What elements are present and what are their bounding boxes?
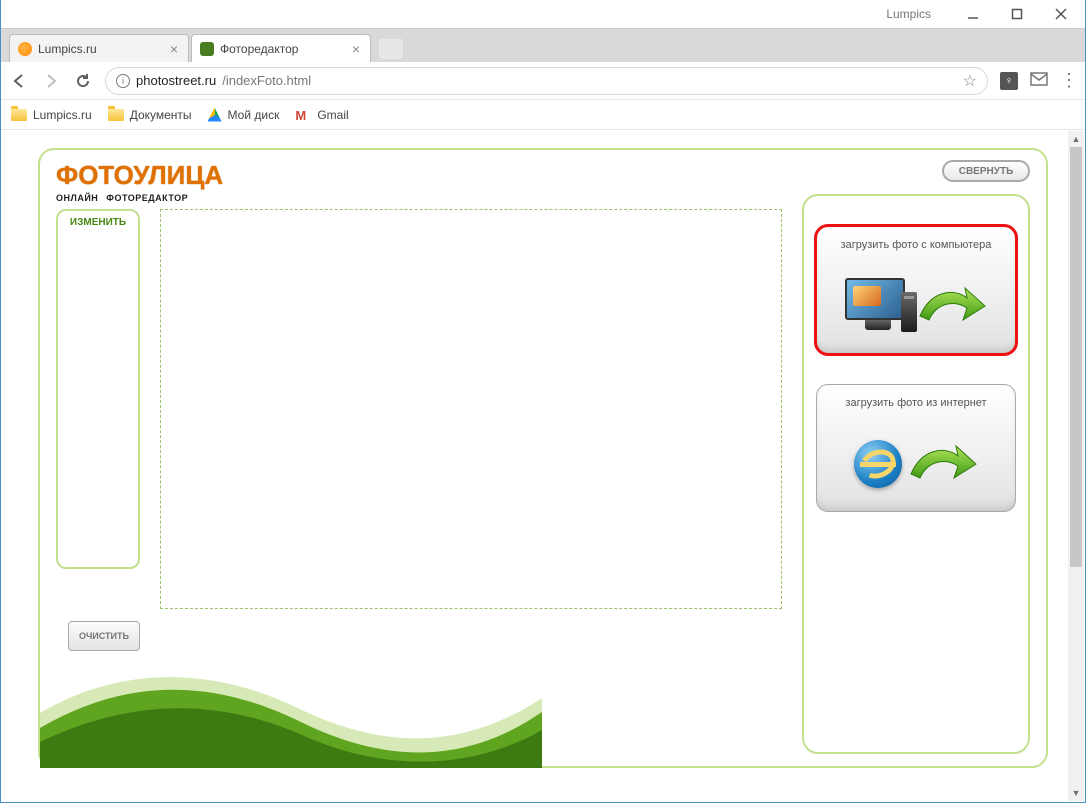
tab-close-button[interactable]: × <box>168 41 180 57</box>
arrow-left-icon <box>10 72 28 90</box>
clear-button[interactable]: ОЧИСТИТЬ <box>68 621 140 651</box>
tab-lumpics[interactable]: Lumpics.ru × <box>9 34 189 62</box>
scroll-thumb[interactable] <box>1070 147 1082 567</box>
reload-button[interactable] <box>73 71 93 91</box>
extension-button[interactable]: ♀ <box>1000 72 1018 90</box>
gmail-icon: M <box>295 108 311 122</box>
bookmark-drive[interactable]: Мой диск <box>208 108 280 122</box>
upload-card-title: загрузить фото с компьютера <box>825 239 1007 251</box>
window-maximize-button[interactable] <box>995 3 1039 25</box>
envelope-icon <box>1030 72 1048 86</box>
logo-sub-a: ОНЛАЙН <box>56 193 98 203</box>
favicon-icon <box>18 42 32 56</box>
bookmarks-bar: Lumpics.ru Документы Мой диск M Gmail <box>1 100 1085 130</box>
url-host: photostreet.ru <box>136 73 216 88</box>
app-frame: ФОТОУЛИЦА ОНЛАЙН ФОТОРЕДАКТОР ИЗМЕНИТЬ ОЧ… <box>38 148 1048 768</box>
toolbar: i photostreet.ru/indexFoto.html ☆ ♀ ⋮ <box>1 62 1085 100</box>
address-bar[interactable]: i photostreet.ru/indexFoto.html ☆ <box>105 67 988 95</box>
window-titlebar: Lumpics <box>1 0 1085 28</box>
app-left: ФОТОУЛИЦА ОНЛАЙН ФОТОРЕДАКТОР ИЗМЕНИТЬ ОЧ… <box>56 160 782 766</box>
tab-title: Фоторедактор <box>220 42 344 56</box>
bookmark-lumpics[interactable]: Lumpics.ru <box>11 108 92 122</box>
back-button[interactable] <box>9 71 29 91</box>
scrollbar[interactable]: ▲ ▼ <box>1068 131 1084 801</box>
minimize-icon <box>966 7 980 21</box>
upload-card-body <box>825 425 1007 503</box>
window-title: Lumpics <box>886 7 931 21</box>
new-tab-button[interactable] <box>379 39 403 59</box>
upload-from-internet-card[interactable]: загрузить фото из интернет <box>816 384 1016 512</box>
url-path: /indexFoto.html <box>222 73 311 88</box>
folder-icon <box>108 109 124 121</box>
menu-button[interactable]: ⋮ <box>1060 70 1077 91</box>
close-icon <box>1055 8 1067 20</box>
site-info-icon[interactable]: i <box>116 74 130 88</box>
favicon-icon <box>200 42 214 56</box>
bookmark-star-button[interactable]: ☆ <box>963 71 977 91</box>
bookmark-documents[interactable]: Документы <box>108 108 192 122</box>
bookmark-label: Мой диск <box>228 108 280 122</box>
upload-card-title: загрузить фото из интернет <box>825 397 1007 409</box>
arrow-icon <box>908 442 978 486</box>
window-close-button[interactable] <box>1039 3 1083 25</box>
mail-extension-button[interactable] <box>1030 72 1048 90</box>
forward-button[interactable] <box>41 71 61 91</box>
arrow-icon <box>917 284 987 328</box>
tab-photoeditor[interactable]: Фоторедактор × <box>191 34 371 62</box>
arrow-right-icon <box>42 72 60 90</box>
bookmark-label: Документы <box>130 108 192 122</box>
bookmark-gmail[interactable]: M Gmail <box>295 108 348 122</box>
upload-panel: загрузить фото с компьютера <box>802 194 1030 754</box>
editor-body: ИЗМЕНИТЬ <box>56 209 782 609</box>
tab-strip: Lumpics.ru × Фоторедактор × <box>1 28 1085 62</box>
reload-icon <box>74 72 92 90</box>
decorative-wave <box>40 638 542 768</box>
drive-icon <box>208 108 222 122</box>
logo: ФОТОУЛИЦА ОНЛАЙН ФОТОРЕДАКТОР <box>56 160 782 203</box>
logo-main: ФОТОУЛИЦА <box>56 160 782 191</box>
canvas[interactable] <box>160 209 782 609</box>
page-content: ФОТОУЛИЦА ОНЛАЙН ФОТОРЕДАКТОР ИЗМЕНИТЬ ОЧ… <box>1 130 1085 802</box>
computer-icon <box>845 278 911 334</box>
scroll-up-button[interactable]: ▲ <box>1068 131 1084 147</box>
logo-sub-b: ФОТОРЕДАКТОР <box>106 193 188 203</box>
upload-card-body <box>825 267 1007 345</box>
bookmark-label: Gmail <box>317 108 348 122</box>
edit-tab[interactable]: ИЗМЕНИТЬ <box>58 217 138 228</box>
bookmark-label: Lumpics.ru <box>33 108 92 122</box>
window-minimize-button[interactable] <box>951 3 995 25</box>
tab-close-button[interactable]: × <box>350 41 362 57</box>
scroll-down-button[interactable]: ▼ <box>1068 785 1084 801</box>
upload-from-computer-card[interactable]: загрузить фото с компьютера <box>816 226 1016 354</box>
folder-icon <box>11 109 27 121</box>
tab-title: Lumpics.ru <box>38 42 162 56</box>
browser-window: Lumpics Lumpics.ru × Фоторедактор × <box>0 0 1086 803</box>
collapse-button[interactable]: СВЕРНУТЬ <box>942 160 1030 182</box>
edit-panel: ИЗМЕНИТЬ <box>56 209 140 569</box>
app-right: СВЕРНУТЬ загрузить фото с компьютера <box>802 160 1030 766</box>
logo-sub: ОНЛАЙН ФОТОРЕДАКТОР <box>56 193 782 203</box>
maximize-icon <box>1011 8 1023 20</box>
internet-icon <box>854 440 902 488</box>
